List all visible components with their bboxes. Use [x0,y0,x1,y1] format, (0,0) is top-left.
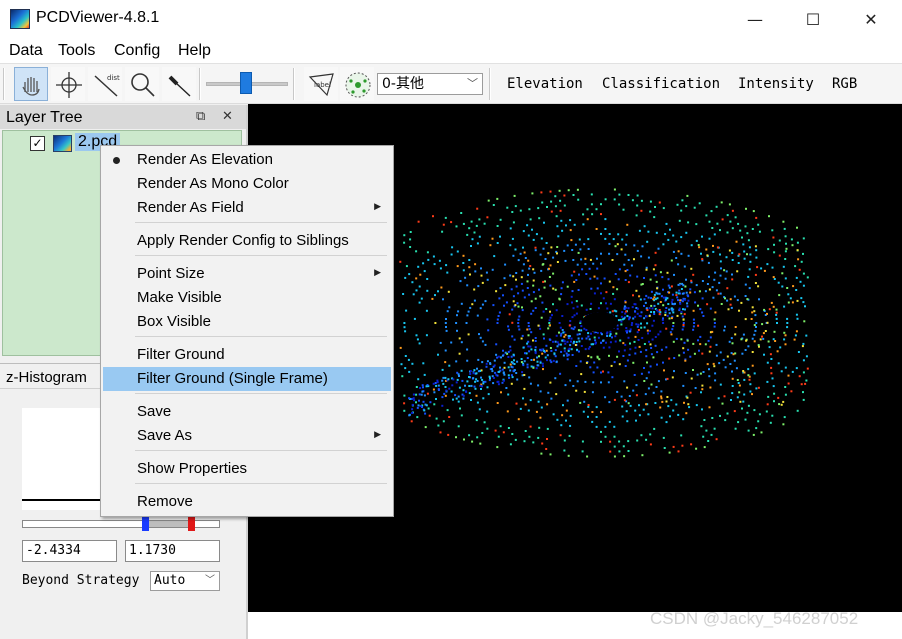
range-min-handle[interactable] [142,517,149,531]
menu-item-point-size[interactable]: Point Size ▶ [103,262,391,286]
menu-tools[interactable]: Tools [58,42,95,60]
class-select[interactable]: 0-其他 ﹀ [377,73,483,95]
label-icon: label [308,73,334,97]
title-bar: PCDViewer-4.8.1 — ☐ ✕ [0,0,902,38]
context-menu: Render As Elevation Render As Mono Color R… [100,145,394,517]
menu-separator [135,222,387,223]
submenu-arrow-icon: ▶ [374,201,381,211]
magnifier-icon [131,73,155,97]
window-title: PCDViewer-4.8.1 [36,9,160,26]
menu-separator [135,483,387,484]
point-cloud-icon [53,135,72,152]
close-icon[interactable]: ✕ [222,109,233,124]
menu-item-box-visible[interactable]: Box Visible [103,310,391,334]
menu-separator [135,255,387,256]
point-size-slider-handle[interactable] [240,72,252,94]
menu-item-remove[interactable]: Remove [103,490,391,514]
tab-classification[interactable]: Classification [602,76,720,92]
distance-button[interactable]: dist [88,67,122,101]
float-icon[interactable]: ⧉ [196,109,205,124]
pick-button[interactable] [162,67,196,101]
crosshair-button[interactable] [51,67,85,101]
layer-tree-title: Layer Tree [6,109,83,126]
minimize-button[interactable]: — [726,0,784,38]
tab-intensity[interactable]: Intensity [738,76,814,92]
menu-item-label: Point Size [137,265,205,282]
menu-item-show-properties[interactable]: Show Properties [103,457,391,481]
label-icon-text: label [314,81,331,89]
menu-item-render-as-field[interactable]: Render As Field ▶ [103,196,391,220]
menu-item-label: Remove [137,493,193,510]
label-button[interactable]: label [304,67,338,101]
distance-icon-text: dist [107,74,120,82]
menu-item-label: Box Visible [137,313,211,330]
menu-item-label: Render As Elevation [137,151,273,168]
cluster-button[interactable] [340,67,374,101]
menu-item-label: Filter Ground (Single Frame) [137,370,328,387]
menu-item-filter-ground-single-frame[interactable]: Filter Ground (Single Frame) [103,367,391,391]
class-select-value: 0-其他 [382,76,424,92]
zoom-button[interactable] [125,67,159,101]
ruler-distance-icon: dist [94,74,120,97]
chevron-down-icon: ﹀ [205,575,215,586]
toolbar-separator [293,68,295,100]
submenu-arrow-icon: ▶ [374,267,381,277]
hand-icon [22,77,40,96]
menu-item-label: Save [137,403,172,420]
menu-item-filter-ground[interactable]: Filter Ground [103,343,391,367]
tab-rgb[interactable]: RGB [832,76,857,92]
toolbar-separator [199,68,201,100]
close-button[interactable]: ✕ [842,0,900,38]
min-value-input[interactable]: -2.4334 [22,540,117,562]
tab-elevation[interactable]: Elevation [507,76,583,92]
beyond-strategy-label: Beyond Strategy [22,573,140,588]
toolbar-separator [489,68,491,100]
menu-data[interactable]: Data [9,42,43,60]
point-cloud-points [399,188,809,458]
menu-item-save[interactable]: Save [103,400,391,424]
maximize-button[interactable]: ☐ [784,0,842,38]
submenu-arrow-icon: ▶ [374,429,381,439]
menu-item-make-visible[interactable]: Make Visible [103,286,391,310]
menu-item-render-as-elevation[interactable]: Render As Elevation [103,148,391,172]
max-value-input[interactable]: 1.1730 [125,540,220,562]
menu-item-label: Save As [137,427,193,444]
menu-help[interactable]: Help [178,42,211,60]
beyond-strategy-select[interactable]: Auto ﹀ [150,571,220,591]
menu-separator [135,336,387,337]
menu-item-label: Render As Field [137,199,244,216]
histogram-title: z-Histogram [6,369,87,386]
menu-config[interactable]: Config [114,42,160,60]
menu-item-save-as[interactable]: Save As ▶ [103,424,391,448]
menu-item-apply-render-config-to-siblings[interactable]: Apply Render Config to Siblings [103,229,391,253]
layer-tree-header: Layer Tree ⧉ ✕ [0,105,246,129]
menu-item-label: Filter Ground [137,346,225,363]
menu-separator [135,393,387,394]
range-slider-fill [146,521,192,527]
chevron-down-icon: ﹀ [467,77,478,90]
beyond-strategy-value: Auto [154,573,186,588]
range-max-handle[interactable] [188,517,195,531]
menu-item-label: Make Visible [137,289,222,306]
toolbar-grip [3,68,5,100]
menu-item-label: Apply Render Config to Siblings [137,232,349,249]
menu-item-label: Show Properties [137,460,248,477]
radio-dot-icon [113,157,120,164]
watermark: CSDN @Jacky_546287052 [650,609,859,628]
cluster-icon [345,72,371,98]
menu-item-render-as-mono-color[interactable]: Render As Mono Color [103,172,391,196]
menu-item-label: Render As Mono Color [137,175,289,192]
layer-visibility-checkbox[interactable]: ✓ [30,136,45,151]
view-mode-button[interactable] [14,67,48,101]
crosshair-icon [56,72,82,98]
dropper-icon [168,75,191,97]
menu-bar: Data Tools Config Help [0,38,902,64]
app-icon [10,9,30,29]
menu-separator [135,450,387,451]
